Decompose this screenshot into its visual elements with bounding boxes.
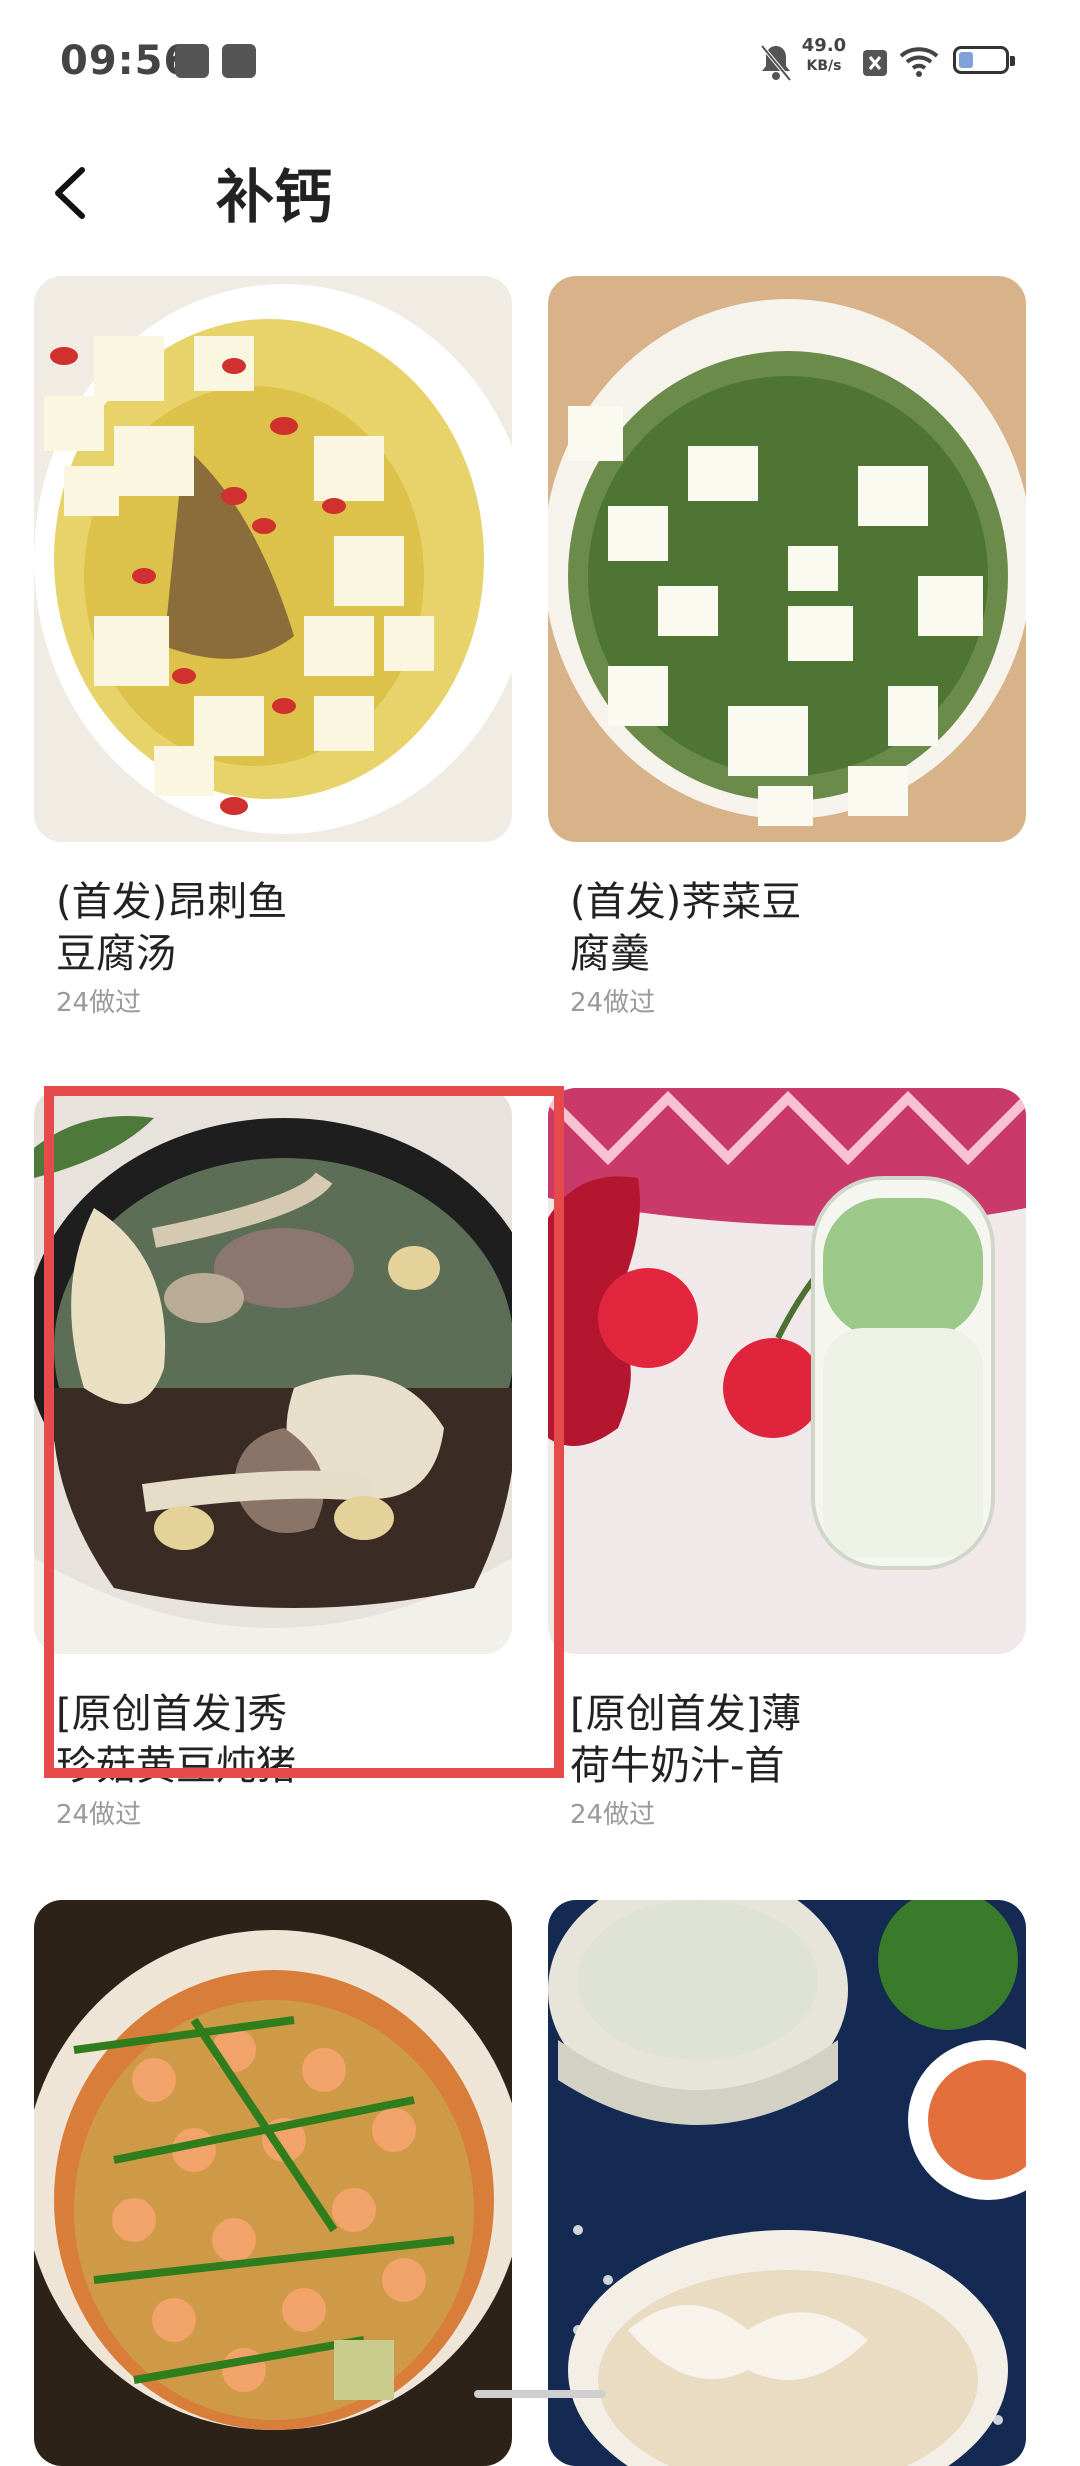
recipe-photo[interactable] — [34, 1900, 512, 2466]
recipe-name[interactable]: [原创首发]秀 珍菇黄豆炖猪 — [56, 1688, 496, 1792]
recipe-card[interactable] — [548, 1900, 1026, 2466]
network-speed-unit: KB/s — [806, 58, 842, 74]
recipe-made-count: 24做过 — [56, 988, 142, 1018]
recipe-photo[interactable] — [34, 276, 512, 842]
recipe-card[interactable] — [34, 1900, 512, 2466]
wifi-icon — [899, 47, 939, 77]
recipe-name[interactable]: (首发)荠菜豆 腐羹 — [570, 876, 1010, 980]
mute-bell-icon — [760, 44, 792, 82]
recipe-card[interactable]: (首发)荠菜豆 腐羹 24做过 — [548, 276, 1026, 1018]
back-arrow-icon[interactable] — [42, 158, 102, 228]
network-speed-value: 49.0 — [801, 35, 847, 56]
recipe-made-count: 24做过 — [570, 1800, 656, 1830]
message-notification-icon — [175, 44, 209, 78]
recipe-card[interactable]: [原创首发]秀 珍菇黄豆炖猪 24做过 — [34, 1088, 512, 1830]
recipe-name[interactable]: [原创首发]薄 荷牛奶汁-首 — [570, 1688, 1010, 1792]
page-title: 补钙 — [216, 163, 333, 231]
recipe-photo[interactable] — [548, 1088, 1026, 1654]
recipe-made-count: 24做过 — [56, 1800, 142, 1830]
recipe-photo[interactable] — [548, 276, 1026, 842]
recipe-photo[interactable] — [548, 1900, 1026, 2466]
recipe-card[interactable]: (首发)昂刺鱼 豆腐汤 24做过 — [34, 276, 512, 1018]
recipe-photo[interactable] — [34, 1088, 512, 1654]
status-time: 09:56 — [60, 38, 193, 84]
inbox-notification-icon — [222, 44, 256, 78]
sim-off-icon — [863, 50, 887, 76]
network-speed: 49.0 KB/s — [798, 36, 850, 76]
gesture-bar[interactable] — [474, 2390, 606, 2398]
status-bar: 09:56 49.0 KB/s — [0, 0, 1080, 130]
recipe-card[interactable]: [原创首发]薄 荷牛奶汁-首 24做过 — [548, 1088, 1026, 1830]
recipe-made-count: 24做过 — [570, 988, 656, 1018]
recipe-name[interactable]: (首发)昂刺鱼 豆腐汤 — [56, 876, 496, 980]
battery-icon — [953, 46, 1015, 74]
